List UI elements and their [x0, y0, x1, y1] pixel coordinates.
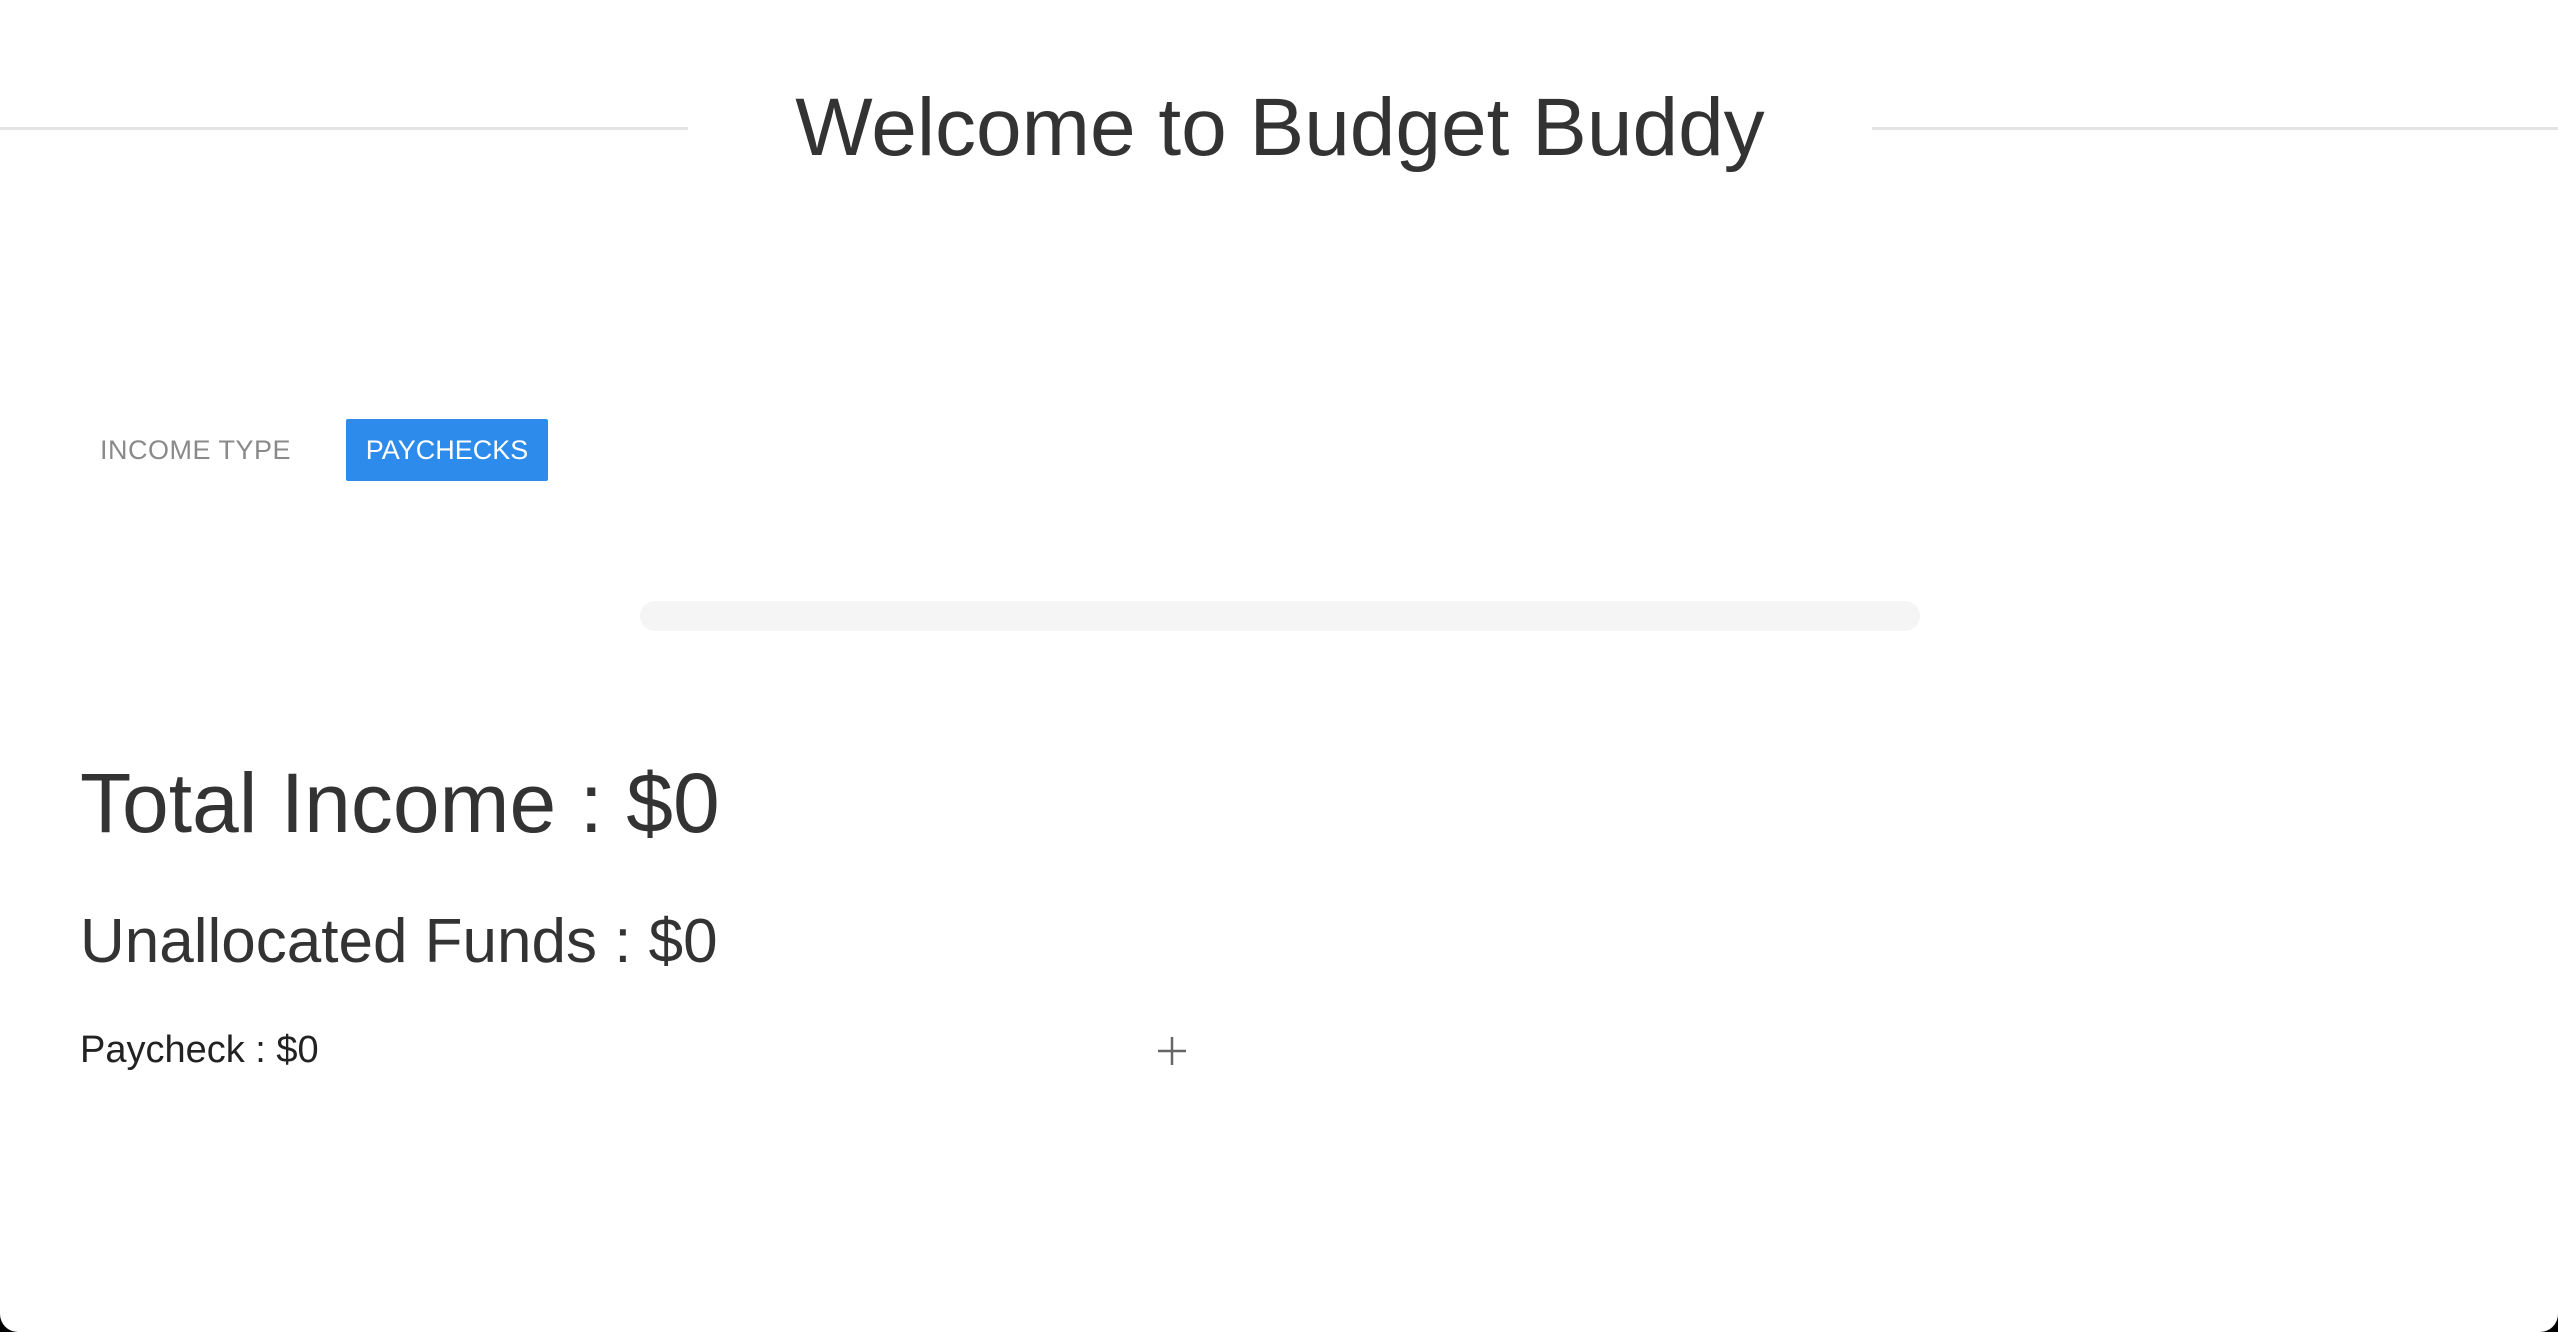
- page-title: Welcome to Budget Buddy: [795, 82, 1765, 173]
- total-income: Total Income : $0: [80, 756, 720, 850]
- allocation-progress-bar: [640, 601, 1920, 631]
- plus-icon: [1158, 1037, 1186, 1065]
- paycheck-amount: Paycheck : $0: [80, 1029, 319, 1071]
- income-type-label: INCOME TYPE: [100, 435, 292, 465]
- unallocated-funds: Unallocated Funds : $0: [80, 907, 718, 976]
- title-divider-left: [0, 127, 688, 130]
- add-paycheck-button[interactable]: [1152, 1031, 1192, 1071]
- app-window: Welcome to Budget Buddy INCOME TYPE PAYC…: [0, 0, 2558, 1332]
- title-divider-right: [1872, 127, 2558, 130]
- paychecks-button[interactable]: PAYCHECKS: [346, 419, 548, 481]
